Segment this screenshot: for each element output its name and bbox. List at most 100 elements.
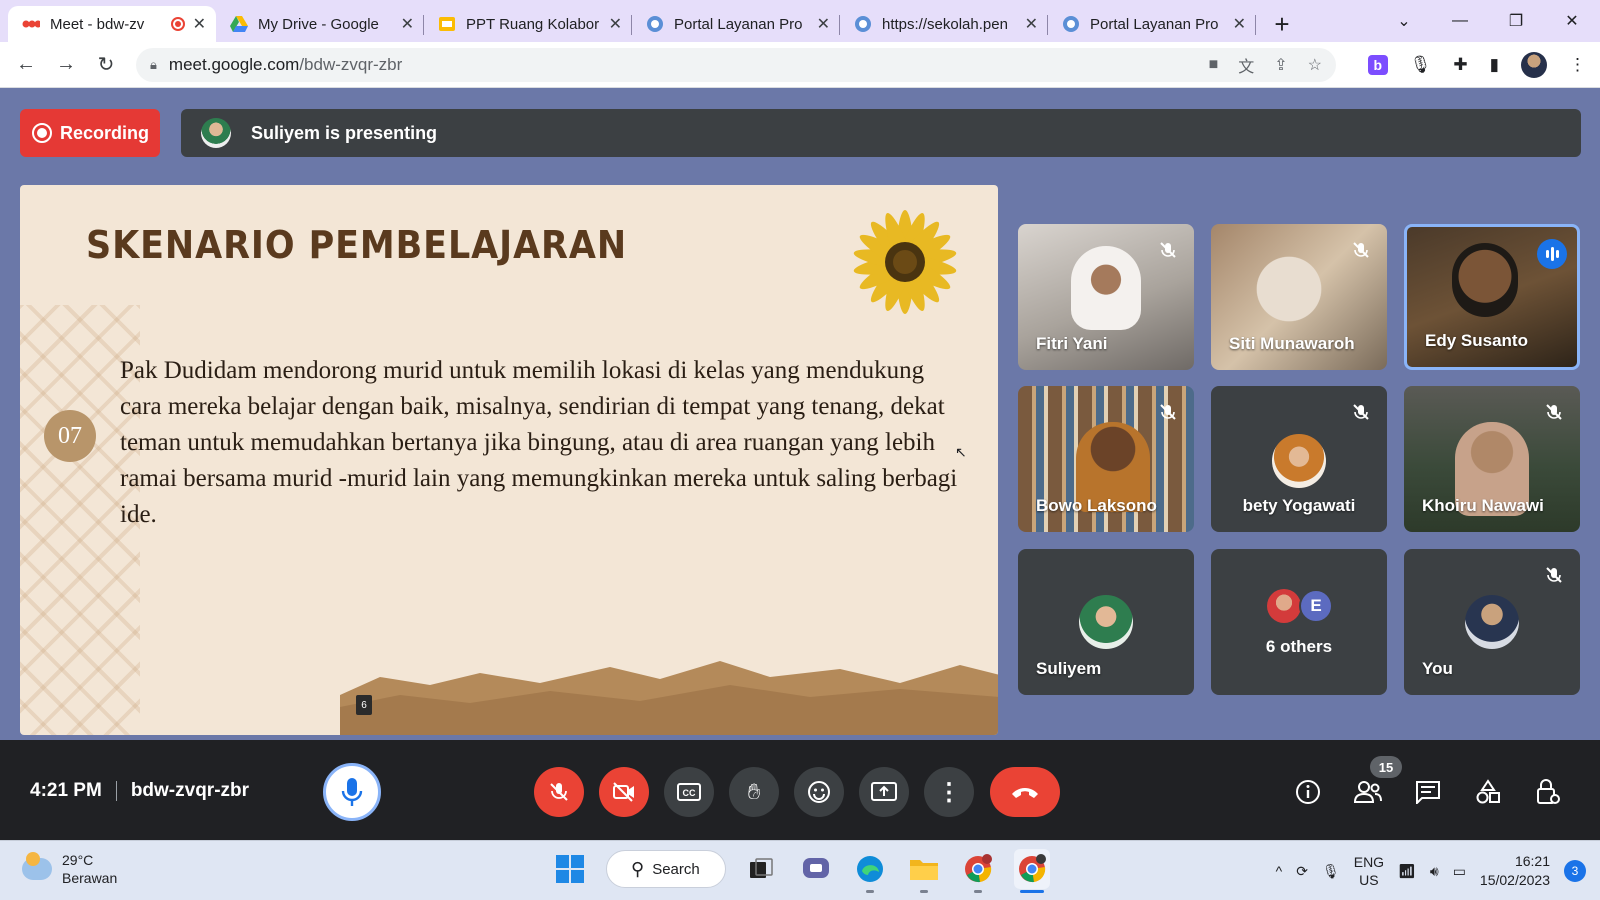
- close-tab-icon[interactable]: ✕: [609, 14, 622, 34]
- file-explorer-button[interactable]: [906, 849, 942, 893]
- microphone-icon: [341, 778, 363, 806]
- activities-icon: [1476, 779, 1500, 804]
- presented-slide[interactable]: SKENARIO PEMBELAJARAN 07 Pak Dudidam men…: [20, 185, 998, 735]
- torn-paper-decoration: [340, 661, 998, 735]
- leave-call-button[interactable]: [990, 767, 1060, 817]
- close-tab-icon[interactable]: ✕: [817, 14, 830, 34]
- mic-muted-icon: [1154, 236, 1182, 264]
- windows-logo-icon: [556, 855, 584, 883]
- video-feed: [1071, 246, 1141, 330]
- taskbar-search[interactable]: ⚲ Search: [606, 850, 726, 888]
- volume-icon[interactable]: 🔊︎: [1430, 863, 1439, 880]
- new-tab-button[interactable]: +: [1262, 6, 1302, 42]
- slide-step-number: 07: [44, 410, 96, 462]
- video-feed: [1452, 243, 1518, 317]
- mic-muted-icon: [1347, 236, 1375, 264]
- raise-hand-button[interactable]: ✋︎: [729, 767, 779, 817]
- profile-avatar[interactable]: [1521, 52, 1547, 78]
- reactions-button[interactable]: [794, 767, 844, 817]
- participant-name: Khoiru Nawawi: [1422, 496, 1544, 515]
- activities-button[interactable]: [1470, 774, 1506, 810]
- mic-extension-icon[interactable]: 🎙︎: [1410, 55, 1432, 75]
- chrome-menu-icon[interactable]: ⋮: [1569, 55, 1586, 75]
- chat-button[interactable]: [1410, 774, 1446, 810]
- sync-icon[interactable]: ⟳: [1296, 863, 1308, 880]
- tab-search-icon[interactable]: ⌄: [1376, 11, 1432, 31]
- tab-portal-2[interactable]: Portal Layanan Pro ✕: [1048, 6, 1256, 42]
- lock-icon[interactable]: 🔒︎: [150, 57, 157, 73]
- battery-icon[interactable]: ▭: [1453, 863, 1466, 880]
- participant-tile-suliyem[interactable]: Suliyem: [1018, 549, 1194, 695]
- meeting-info-button[interactable]: [1290, 774, 1326, 810]
- tab-slides[interactable]: PPT Ruang Kolabor ✕: [424, 6, 632, 42]
- extension-b-icon[interactable]: b: [1367, 55, 1388, 75]
- mic-toggle-button[interactable]: [534, 767, 584, 817]
- chrome-profile-button[interactable]: [1014, 849, 1050, 893]
- recording-indicator[interactable]: Recording: [20, 109, 160, 157]
- teams-chat-button[interactable]: [798, 849, 834, 889]
- notification-badge[interactable]: 3: [1564, 860, 1586, 882]
- windows-start-button[interactable]: [552, 849, 588, 889]
- forward-icon[interactable]: →: [46, 53, 86, 76]
- globe-icon: [1062, 15, 1080, 33]
- address-bar[interactable]: 🔒︎ meet.google.com/bdw-zvqr-zbr ■ 文 ⇪ ☆: [136, 48, 1336, 82]
- mic-muted-icon: [1347, 398, 1375, 426]
- url-text: meet.google.com/bdw-zvqr-zbr: [168, 55, 403, 74]
- reload-icon[interactable]: ↻: [86, 52, 126, 77]
- edge-button[interactable]: [852, 849, 888, 893]
- speaking-mic-indicator[interactable]: [323, 763, 381, 821]
- present-screen-button[interactable]: [859, 767, 909, 817]
- side-panel-icon[interactable]: ▮: [1490, 55, 1499, 75]
- bookmark-star-icon[interactable]: ☆: [1308, 55, 1322, 75]
- task-view-button[interactable]: [744, 849, 780, 889]
- weather-desc: Berawan: [62, 870, 118, 886]
- participant-tile-you[interactable]: You: [1404, 549, 1580, 695]
- weather-widget[interactable]: 29°C Berawan: [22, 851, 117, 887]
- captions-button[interactable]: CC: [664, 767, 714, 817]
- participant-name: Siti Munawaroh: [1229, 334, 1355, 353]
- close-tab-icon[interactable]: ✕: [401, 14, 414, 34]
- edge-icon: [857, 856, 883, 882]
- camera-in-use-icon[interactable]: ■: [1209, 56, 1219, 74]
- participant-tile-fitri-yani[interactable]: Fitri Yani: [1018, 224, 1194, 370]
- tab-portal-1[interactable]: Portal Layanan Pro ✕: [632, 6, 840, 42]
- tab-meet[interactable]: Meet - bdw-zv ✕: [8, 6, 216, 42]
- microphone-tray-icon[interactable]: 🎙︎: [1322, 863, 1340, 880]
- people-button[interactable]: [1350, 774, 1386, 810]
- participant-tile-edy-susanto[interactable]: Edy Susanto: [1404, 224, 1580, 370]
- camera-toggle-button[interactable]: [599, 767, 649, 817]
- share-icon[interactable]: ⇪: [1274, 55, 1287, 75]
- back-icon[interactable]: ←: [6, 53, 46, 76]
- participant-tile-khoiru-nawawi[interactable]: Khoiru Nawawi: [1404, 386, 1580, 532]
- close-tab-icon[interactable]: ✕: [193, 14, 206, 34]
- minimize-icon[interactable]: —: [1432, 12, 1488, 30]
- close-window-icon[interactable]: ✕: [1544, 11, 1600, 31]
- language-indicator[interactable]: ENG US: [1354, 853, 1384, 889]
- info-icon: [1296, 780, 1320, 804]
- tab-drive[interactable]: My Drive - Google ✕: [216, 6, 424, 42]
- mic-muted-icon: [1154, 398, 1182, 426]
- presenting-banner: Suliyem is presenting: [181, 109, 1581, 157]
- chrome-button[interactable]: [960, 849, 996, 893]
- system-tray: ^ ⟳ 🎙︎ ENG US 📶︎ 🔊︎ ▭ 16:21 15/02/2023 3: [1276, 841, 1600, 900]
- participant-tile-others[interactable]: E 6 others: [1211, 549, 1387, 695]
- taskbar-clock[interactable]: 16:21 15/02/2023: [1480, 852, 1550, 890]
- tab-sekolah[interactable]: https://sekolah.pen ✕: [840, 6, 1048, 42]
- participant-tile-bety-yogawati[interactable]: bety Yogawati: [1211, 386, 1387, 532]
- more-options-button[interactable]: ⋮: [924, 767, 974, 817]
- participant-avatar: [1267, 589, 1301, 623]
- restore-icon[interactable]: ❐: [1488, 11, 1544, 31]
- people-icon: [1353, 781, 1382, 803]
- translate-icon[interactable]: 文: [1238, 53, 1254, 77]
- host-controls-button[interactable]: [1530, 774, 1566, 810]
- participant-tile-bowo-laksono[interactable]: Bowo Laksono: [1018, 386, 1194, 532]
- close-tab-icon[interactable]: ✕: [1233, 14, 1246, 34]
- weather-temp: 29°C: [62, 852, 94, 868]
- close-tab-icon[interactable]: ✕: [1025, 14, 1038, 34]
- participant-tile-siti-munawaroh[interactable]: Siti Munawaroh: [1211, 224, 1387, 370]
- show-hidden-icons-icon[interactable]: ^: [1276, 863, 1283, 879]
- svg-text:CC: CC: [683, 788, 696, 798]
- wifi-icon[interactable]: 📶︎: [1398, 863, 1416, 880]
- host-lock-icon: [1537, 779, 1560, 804]
- extensions-puzzle-icon[interactable]: ✚: [1453, 55, 1467, 75]
